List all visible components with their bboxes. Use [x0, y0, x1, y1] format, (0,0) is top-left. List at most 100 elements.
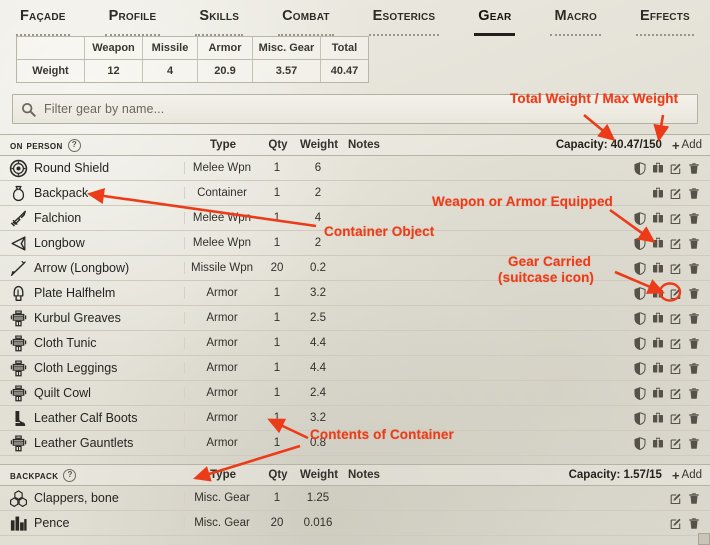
- row-actions: [633, 386, 702, 400]
- table-row[interactable]: Round Shield Melee Wpn 1 6: [0, 156, 710, 181]
- armor-icon: [8, 308, 28, 328]
- tab-macro[interactable]: Macro: [550, 6, 601, 36]
- item-weight: 3.2: [310, 412, 326, 424]
- carry-suitcase-icon[interactable]: [651, 212, 664, 225]
- delete-icon[interactable]: [687, 387, 700, 400]
- edit-icon[interactable]: [669, 187, 682, 200]
- item-weight: 2.4: [310, 387, 326, 399]
- carry-suitcase-icon[interactable]: [651, 187, 664, 200]
- item-type: Misc. Gear: [184, 492, 259, 504]
- table-row[interactable]: Arrow (Longbow) Missile Wpn 20 0.2: [0, 256, 710, 281]
- tab-gear[interactable]: Gear: [474, 6, 516, 36]
- edit-icon[interactable]: [669, 492, 682, 505]
- tab-esoterics[interactable]: Esoterics: [368, 6, 440, 36]
- search-input[interactable]: Filter gear by name...: [44, 102, 164, 116]
- carry-suitcase-icon[interactable]: [651, 437, 664, 450]
- delete-icon[interactable]: [687, 187, 700, 200]
- equip-shield-icon[interactable]: [633, 161, 646, 175]
- equip-shield-icon[interactable]: [633, 386, 646, 400]
- edit-icon[interactable]: [669, 517, 682, 530]
- delete-icon[interactable]: [687, 437, 700, 450]
- item-weight: 3.2: [310, 287, 326, 299]
- table-row[interactable]: Kurbul Greaves Armor 1 2.5: [0, 306, 710, 331]
- equip-shield-icon[interactable]: [633, 236, 646, 250]
- carry-suitcase-icon[interactable]: [651, 162, 664, 175]
- delete-icon[interactable]: [687, 287, 700, 300]
- add-item-button[interactable]: + Add: [672, 468, 702, 483]
- column-header-qty: Qty: [268, 139, 288, 151]
- equip-shield-icon[interactable]: [633, 286, 646, 300]
- delete-icon[interactable]: [687, 337, 700, 350]
- item-type: Armor: [184, 287, 259, 299]
- table-row[interactable]: Cloth Tunic Armor 1 4.4: [0, 331, 710, 356]
- edit-icon[interactable]: [669, 162, 682, 175]
- edit-icon[interactable]: [669, 287, 682, 300]
- weight-header-total: Total: [331, 42, 358, 54]
- armor-icon: [8, 383, 28, 403]
- edit-icon[interactable]: [669, 362, 682, 375]
- carry-suitcase-icon[interactable]: [651, 312, 664, 325]
- column-header-type: Type: [210, 469, 236, 481]
- carry-suitcase-icon[interactable]: [651, 337, 664, 350]
- scroll-corner[interactable]: [698, 533, 710, 545]
- equip-shield-icon[interactable]: [633, 336, 646, 350]
- edit-icon[interactable]: [669, 312, 682, 325]
- equip-shield-icon[interactable]: [633, 211, 646, 225]
- carry-suitcase-icon[interactable]: [651, 412, 664, 425]
- tab-faade[interactable]: Façade: [16, 6, 70, 36]
- delete-icon[interactable]: [687, 162, 700, 175]
- table-row[interactable]: Pence Misc. Gear 20 0.016: [0, 511, 710, 536]
- carry-suitcase-icon[interactable]: [651, 262, 664, 275]
- item-type: Armor: [184, 387, 259, 399]
- tab-combat[interactable]: Combat: [278, 6, 334, 36]
- table-row[interactable]: Clappers, bone Misc. Gear 1 1.25: [0, 486, 710, 511]
- delete-icon[interactable]: [687, 262, 700, 275]
- delete-icon[interactable]: [687, 492, 700, 505]
- delete-icon[interactable]: [687, 312, 700, 325]
- column-header-weight: Weight: [299, 469, 339, 481]
- weight-header-weapon: Weapon: [85, 37, 143, 59]
- edit-icon[interactable]: [669, 262, 682, 275]
- delete-icon[interactable]: [687, 412, 700, 425]
- equip-shield-icon[interactable]: [633, 436, 646, 450]
- tab-effects[interactable]: Effects: [635, 6, 694, 36]
- carry-suitcase-icon[interactable]: [651, 287, 664, 300]
- edit-icon[interactable]: [669, 212, 682, 225]
- row-actions: [633, 361, 702, 375]
- equip-shield-icon[interactable]: [633, 261, 646, 275]
- tab-profile[interactable]: Profile: [104, 6, 161, 36]
- question-icon[interactable]: ?: [67, 138, 81, 152]
- sword-icon: [8, 208, 28, 228]
- item-name: Quilt Cowl: [34, 386, 91, 400]
- question-icon[interactable]: ?: [63, 468, 77, 482]
- item-qty: 1: [273, 387, 281, 399]
- item-weight: 0.016: [303, 517, 333, 529]
- table-row[interactable]: Plate Halfhelm Armor 1 3.2: [0, 281, 710, 306]
- add-item-button[interactable]: + Add: [672, 138, 702, 153]
- edit-icon[interactable]: [669, 337, 682, 350]
- weight-summary-table: Weapon Missile Armor Misc. Gear Total We…: [16, 36, 369, 83]
- equip-shield-icon[interactable]: [633, 411, 646, 425]
- table-row[interactable]: Quilt Cowl Armor 1 2.4: [0, 381, 710, 406]
- edit-icon[interactable]: [669, 387, 682, 400]
- delete-icon[interactable]: [687, 362, 700, 375]
- tab-skills[interactable]: Skills: [195, 6, 244, 36]
- edit-icon[interactable]: [669, 437, 682, 450]
- delete-icon[interactable]: [687, 517, 700, 530]
- item-qty: 1: [273, 412, 281, 424]
- edit-icon[interactable]: [669, 237, 682, 250]
- table-row[interactable]: Cloth Leggings Armor 1 4.4: [0, 356, 710, 381]
- section-capacity: Capacity: 1.57/15: [568, 469, 662, 481]
- equip-shield-icon[interactable]: [633, 311, 646, 325]
- coins-icon: [8, 513, 28, 533]
- edit-icon[interactable]: [669, 412, 682, 425]
- armor-icon: [8, 433, 28, 453]
- equip-shield-icon[interactable]: [633, 361, 646, 375]
- delete-icon[interactable]: [687, 237, 700, 250]
- carry-suitcase-icon[interactable]: [651, 387, 664, 400]
- carry-suitcase-icon[interactable]: [651, 362, 664, 375]
- delete-icon[interactable]: [687, 212, 700, 225]
- carry-suitcase-icon[interactable]: [651, 237, 664, 250]
- armor-icon: [8, 358, 28, 378]
- backpack-icon: [8, 183, 28, 203]
